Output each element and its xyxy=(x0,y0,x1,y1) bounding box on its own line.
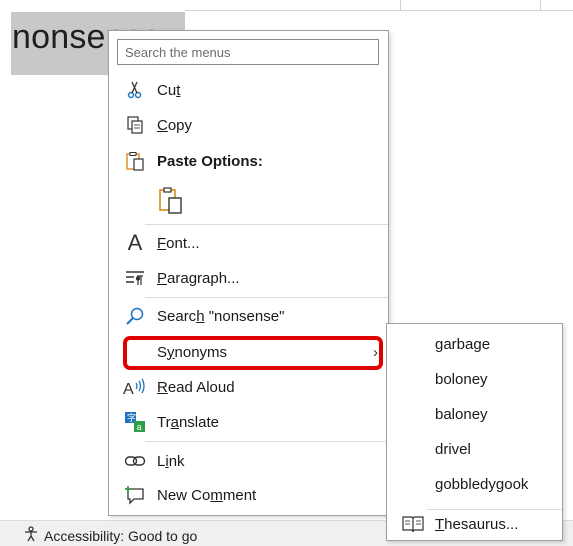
paste-icon xyxy=(155,185,187,217)
menu-item-link[interactable]: Link xyxy=(109,444,388,478)
menu-item-label: Cut xyxy=(157,81,181,99)
menu-item-label: Link xyxy=(157,452,185,470)
clipboard-icon xyxy=(123,149,147,173)
table-gridline xyxy=(400,0,401,10)
synonyms-highlight xyxy=(123,336,383,370)
menu-item-search[interactable]: Search "nonsense" xyxy=(109,299,388,333)
menu-item-label: Search "nonsense" xyxy=(157,307,285,325)
new-comment-icon xyxy=(123,483,147,507)
synonym-item[interactable]: boloney xyxy=(435,371,488,388)
search-menus-input[interactable] xyxy=(117,39,379,65)
context-menu: Cut Copy Paste Options: A Font... Paragr… xyxy=(108,30,389,516)
menu-separator xyxy=(145,224,388,225)
synonym-item[interactable]: drivel xyxy=(435,441,471,458)
link-icon xyxy=(123,449,147,473)
menu-item-new-comment[interactable]: New Comment xyxy=(109,478,388,512)
menu-item-label: Read Aloud xyxy=(157,378,235,396)
paste-keep-source-button[interactable] xyxy=(109,183,388,219)
thesaurus-item[interactable]: Thesaurus... xyxy=(387,510,562,540)
menu-item-paste-options: Paste Options: xyxy=(109,144,388,178)
menu-item-label: Translate xyxy=(157,413,219,431)
accessibility-icon xyxy=(22,525,40,546)
accessibility-status[interactable]: Accessibility: Good to go xyxy=(22,525,197,546)
synonym-item[interactable]: gobbledygook xyxy=(435,476,528,493)
menu-item-translate[interactable]: 字a Translate xyxy=(109,405,388,439)
menu-item-copy[interactable]: Copy xyxy=(109,108,388,142)
menu-separator xyxy=(145,441,388,442)
menu-item-label: Font... xyxy=(157,234,200,252)
read-aloud-icon: A xyxy=(123,375,147,399)
font-icon: A xyxy=(127,230,143,255)
table-gridline xyxy=(185,0,573,11)
accessibility-label: Accessibility: Good to go xyxy=(44,527,198,544)
table-gridline xyxy=(540,0,541,10)
paragraph-icon xyxy=(123,266,147,290)
menu-item-font[interactable]: A Font... xyxy=(109,226,388,260)
menu-item-paragraph[interactable]: Paragraph... xyxy=(109,261,388,295)
menu-item-label: Paragraph... xyxy=(157,269,240,287)
thesaurus-label: Thesaurus... xyxy=(435,516,519,533)
svg-text:a: a xyxy=(137,422,142,432)
paste-options-heading: Paste Options: xyxy=(157,152,263,170)
svg-text:A: A xyxy=(123,381,134,397)
synonym-item[interactable]: garbage xyxy=(435,336,490,353)
book-icon xyxy=(402,515,424,538)
menu-item-read-aloud[interactable]: A Read Aloud xyxy=(109,370,388,404)
menu-item-label: New Comment xyxy=(157,486,257,504)
search-icon xyxy=(123,304,147,328)
menu-item-cut[interactable]: Cut xyxy=(109,73,388,107)
scissors-icon xyxy=(123,78,147,102)
synonym-item[interactable]: baloney xyxy=(435,406,488,423)
synonyms-submenu: garbage boloney baloney drivel gobbledyg… xyxy=(386,323,563,541)
menu-item-label: Copy xyxy=(157,116,193,134)
menu-separator xyxy=(145,297,388,298)
copy-icon xyxy=(123,113,147,137)
translate-icon: 字a xyxy=(123,410,147,434)
